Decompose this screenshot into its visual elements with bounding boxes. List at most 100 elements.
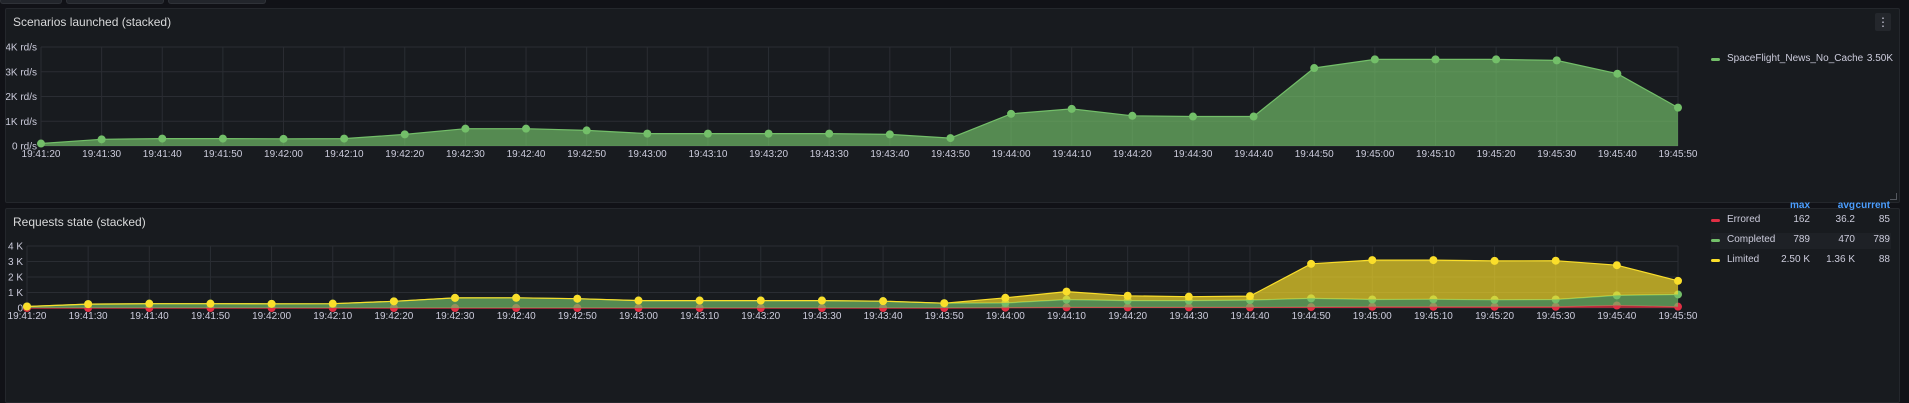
data-point	[1674, 276, 1682, 285]
x-tick-label: 19:44:50	[1292, 311, 1331, 322]
data-point	[23, 302, 31, 311]
x-tick-label: 19:44:50	[1295, 149, 1334, 160]
x-tick-label: 19:43:00	[628, 149, 667, 160]
data-point	[1552, 56, 1561, 65]
data-point	[1128, 111, 1137, 120]
data-point	[825, 129, 834, 138]
legend-item[interactable]: Errored 162 36.2 85	[1711, 213, 1891, 229]
x-tick-label: 19:41:40	[143, 149, 182, 160]
y-tick-label: 2K rd/s	[6, 92, 37, 103]
legend-item[interactable]: Limited 2.50 K 1.36 K 88	[1711, 253, 1891, 269]
x-tick-label: 19:44:40	[1230, 311, 1269, 322]
legend-header-avg[interactable]: avg	[1819, 200, 1855, 211]
legend-label: Limited	[1727, 254, 1760, 265]
x-tick-label: 19:43:20	[749, 149, 788, 160]
x-tick-label: 19:45:10	[1414, 311, 1453, 322]
x-tick-label: 19:42:10	[313, 311, 352, 322]
x-tick-label: 19:44:30	[1169, 311, 1208, 322]
x-tick-label: 19:43:50	[931, 149, 970, 160]
tab-stub[interactable]	[66, 0, 164, 4]
x-tick-label: 19:45:40	[1598, 149, 1637, 160]
data-point	[817, 296, 826, 305]
data-point	[1551, 256, 1560, 265]
legend-header-max[interactable]: max	[1774, 200, 1810, 211]
tab-stub[interactable]	[0, 0, 62, 4]
x-tick-label: 19:42:40	[497, 311, 536, 322]
tabs-strip	[0, 0, 1909, 4]
legend-header-current[interactable]: current	[1854, 200, 1890, 211]
y-tick-label: 1K rd/s	[6, 117, 37, 128]
x-tick-label: 19:44:40	[1234, 149, 1273, 160]
data-point	[1310, 64, 1319, 73]
data-point	[1429, 256, 1438, 265]
legend-value: 1.36 K	[1826, 254, 1855, 265]
legend-label: SpaceFlight_News_No_Cache	[1727, 53, 1864, 64]
x-tick-label: 19:42:00	[252, 311, 291, 322]
legend-item[interactable]: SpaceFlight_News_No_Cache 3.50K	[1711, 52, 1893, 68]
data-point	[158, 134, 167, 143]
data-point	[643, 129, 652, 138]
legend-value: 470	[1838, 234, 1855, 245]
legend-swatch	[1711, 58, 1720, 61]
x-tick-label: 19:41:20	[22, 149, 61, 160]
x-tick-label: 19:43:30	[802, 311, 841, 322]
data-point	[389, 297, 398, 306]
x-tick-label: 19:44:00	[992, 149, 1031, 160]
data-point	[1249, 112, 1258, 121]
legend-value: 85	[1878, 214, 1890, 225]
data-point	[1612, 261, 1621, 270]
x-tick-label: 19:44:10	[1047, 311, 1086, 322]
x-tick-label: 19:45:40	[1597, 311, 1636, 322]
resize-handle[interactable]	[1890, 193, 1897, 200]
x-tick-label: 19:42:50	[558, 311, 597, 322]
data-point	[1307, 259, 1316, 268]
data-point	[328, 299, 337, 308]
x-tick-label: 19:45:20	[1475, 311, 1514, 322]
x-tick-label: 19:43:30	[810, 149, 849, 160]
series-area-spaceflight_news_no_cache	[41, 59, 1678, 146]
x-tick-label: 19:42:10	[325, 149, 364, 160]
data-point	[97, 135, 106, 144]
y-tick-label: 2 K	[8, 273, 23, 284]
x-tick-label: 19:45:00	[1355, 149, 1394, 160]
x-tick-label: 19:41:50	[203, 149, 242, 160]
x-tick-label: 19:41:30	[82, 149, 121, 160]
data-point	[703, 129, 712, 138]
x-tick-label: 19:44:20	[1113, 149, 1152, 160]
data-point	[1067, 104, 1076, 113]
legend-item[interactable]: Completed 789 470 789	[1711, 233, 1891, 249]
data-point	[634, 296, 643, 305]
scenarios-launched-panel: Scenarios launched (stacked) ⋮ 0 rd/s 1K …	[5, 8, 1900, 203]
x-tick-label: 19:42:30	[436, 311, 475, 322]
x-tick-label: 19:43:40	[864, 311, 903, 322]
data-point	[206, 299, 215, 308]
data-point	[940, 299, 949, 308]
data-point	[1370, 55, 1379, 64]
legend-value: 2.50 K	[1781, 254, 1810, 265]
legend-value: 36.2	[1835, 214, 1855, 225]
x-tick-label: 19:45:50	[1659, 311, 1698, 322]
data-point	[756, 296, 765, 305]
x-tick-label: 19:41:30	[69, 311, 108, 322]
x-tick-label: 19:43:50	[925, 311, 964, 322]
x-tick-label: 19:44:00	[986, 311, 1025, 322]
data-point	[1368, 256, 1377, 265]
y-tick-label: 4K rd/s	[6, 43, 37, 54]
legend-value: 3.50K	[1866, 53, 1893, 64]
y-tick-label: 3K rd/s	[6, 67, 37, 78]
x-tick-label: 19:45:50	[1659, 149, 1698, 160]
data-point	[1431, 55, 1440, 64]
legend-value: 789	[1793, 234, 1810, 245]
y-tick-label: 1 K	[8, 288, 23, 299]
x-tick-label: 19:43:20	[741, 311, 780, 322]
legend-swatch	[1711, 259, 1720, 262]
tab-stub[interactable]	[168, 0, 266, 4]
legend-swatch	[1711, 239, 1720, 242]
x-tick-label: 19:42:20	[385, 149, 424, 160]
data-point	[573, 294, 582, 303]
legend-label: Errored	[1727, 214, 1761, 225]
data-point	[1062, 287, 1071, 296]
requests-chart: 01 K2 K3 K4 K19:41:20 19:41:30 19:41:40 19:…	[8, 242, 1698, 323]
x-tick-label: 19:44:20	[1108, 311, 1147, 322]
data-point	[512, 293, 521, 302]
